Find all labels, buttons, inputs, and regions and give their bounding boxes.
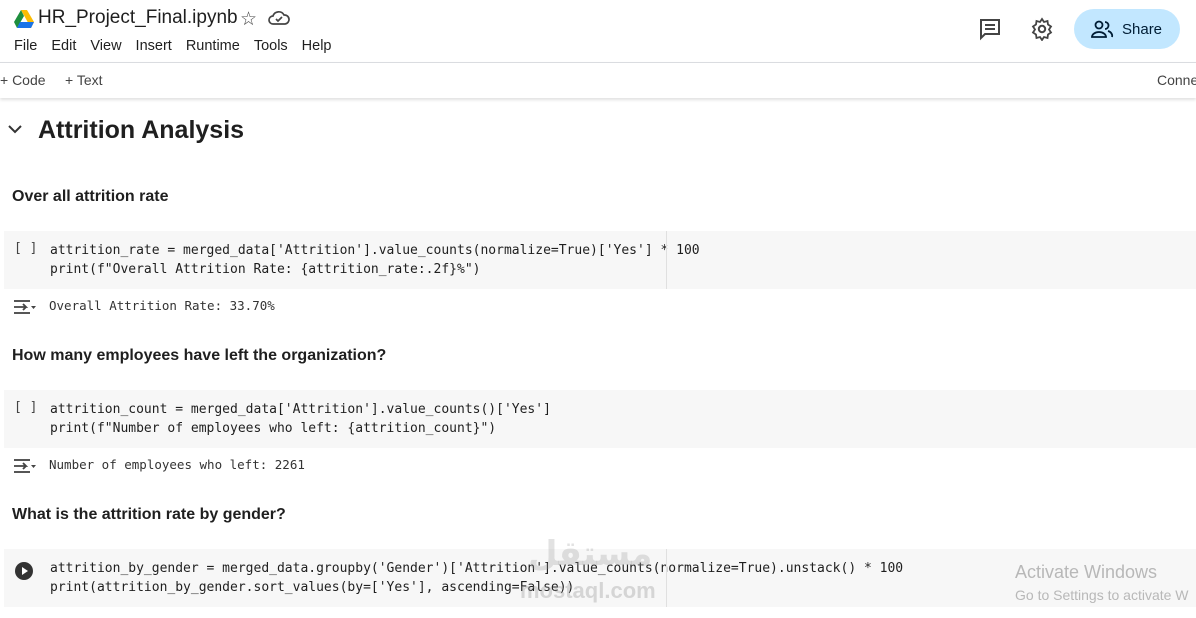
code-editor[interactable]: attrition_rate = merged_data['Attrition'… xyxy=(50,241,700,279)
cell-heading: What is the attrition rate by gender? xyxy=(12,506,286,523)
chevron-down-icon[interactable] xyxy=(6,120,24,138)
cloud-saved-icon[interactable] xyxy=(268,9,290,27)
code-line: attrition_rate = merged_data['Attrition'… xyxy=(50,243,700,258)
menu-runtime[interactable]: Runtime xyxy=(186,38,240,54)
code-line: print(f"Overall Attrition Rate: {attriti… xyxy=(50,262,481,277)
share-button[interactable]: Share xyxy=(1074,9,1180,49)
star-icon[interactable]: ☆ xyxy=(240,8,257,31)
activate-windows-title: Activate Windows xyxy=(1015,562,1158,582)
menu-bar: File Edit View Insert Runtime Tools Help xyxy=(14,38,346,54)
run-cell-icon[interactable] xyxy=(14,561,34,581)
output-text: Number of employees who left: 2261 xyxy=(49,457,305,472)
code-line: print(f"Number of employees who left: {a… xyxy=(50,421,497,436)
code-editor[interactable]: attrition_by_gender = merged_data.groupb… xyxy=(50,559,903,597)
code-line: attrition_by_gender = merged_data.groupb… xyxy=(50,561,904,576)
watermark-arabic: مستقل xyxy=(528,535,653,573)
cell-heading: Over all attrition rate xyxy=(12,188,169,205)
code-editor[interactable]: attrition_count = merged_data['Attrition… xyxy=(50,400,551,438)
add-code-button[interactable]: + Code xyxy=(0,72,46,88)
gear-icon[interactable] xyxy=(1030,17,1054,41)
code-line: print(attrition_by_gender.sort_values(by… xyxy=(50,580,575,595)
google-drive-icon[interactable] xyxy=(14,10,34,28)
code-line: attrition_count = merged_data['Attrition… xyxy=(50,402,551,417)
share-label: Share xyxy=(1122,20,1163,38)
activate-windows-subtitle: Go to Settings to activate W xyxy=(1015,587,1189,603)
menu-insert[interactable]: Insert xyxy=(136,38,172,54)
notebook-title[interactable]: HR_Project_Final.ipynb xyxy=(38,7,238,29)
notebook-header: HR_Project_Final.ipynb ☆ File Edit View … xyxy=(0,0,1196,62)
output-text: Overall Attrition Rate: 33.70% xyxy=(49,298,275,313)
menu-tools[interactable]: Tools xyxy=(254,38,288,54)
cell-heading: How many employees have left the organiz… xyxy=(12,347,387,364)
code-cell[interactable]: [ ] attrition_count = merged_data['Attri… xyxy=(4,390,1196,448)
menu-edit[interactable]: Edit xyxy=(51,38,76,54)
add-text-button[interactable]: + Text xyxy=(65,72,103,88)
menu-help[interactable]: Help xyxy=(302,38,332,54)
menu-file[interactable]: File xyxy=(14,38,37,54)
code-cell[interactable]: [ ] attrition_rate = merged_data['Attrit… xyxy=(4,231,1196,289)
watermark-mostaql: mostaql.com xyxy=(520,578,656,603)
cell-run-state[interactable]: [ ] xyxy=(14,400,37,415)
output-toggle-icon[interactable] xyxy=(12,297,36,317)
connect-button[interactable]: Conne xyxy=(1157,72,1196,88)
cell-run-state[interactable]: [ ] xyxy=(14,241,37,256)
people-icon xyxy=(1091,20,1114,38)
section-title: Attrition Analysis xyxy=(38,116,245,144)
output-toggle-icon[interactable] xyxy=(12,456,36,476)
ruler-line xyxy=(666,231,667,289)
menu-view[interactable]: View xyxy=(90,38,121,54)
ruler-line xyxy=(666,549,667,607)
cell-toolbar: + Code + Text Conne xyxy=(0,62,1196,98)
comment-icon[interactable] xyxy=(978,17,1002,41)
